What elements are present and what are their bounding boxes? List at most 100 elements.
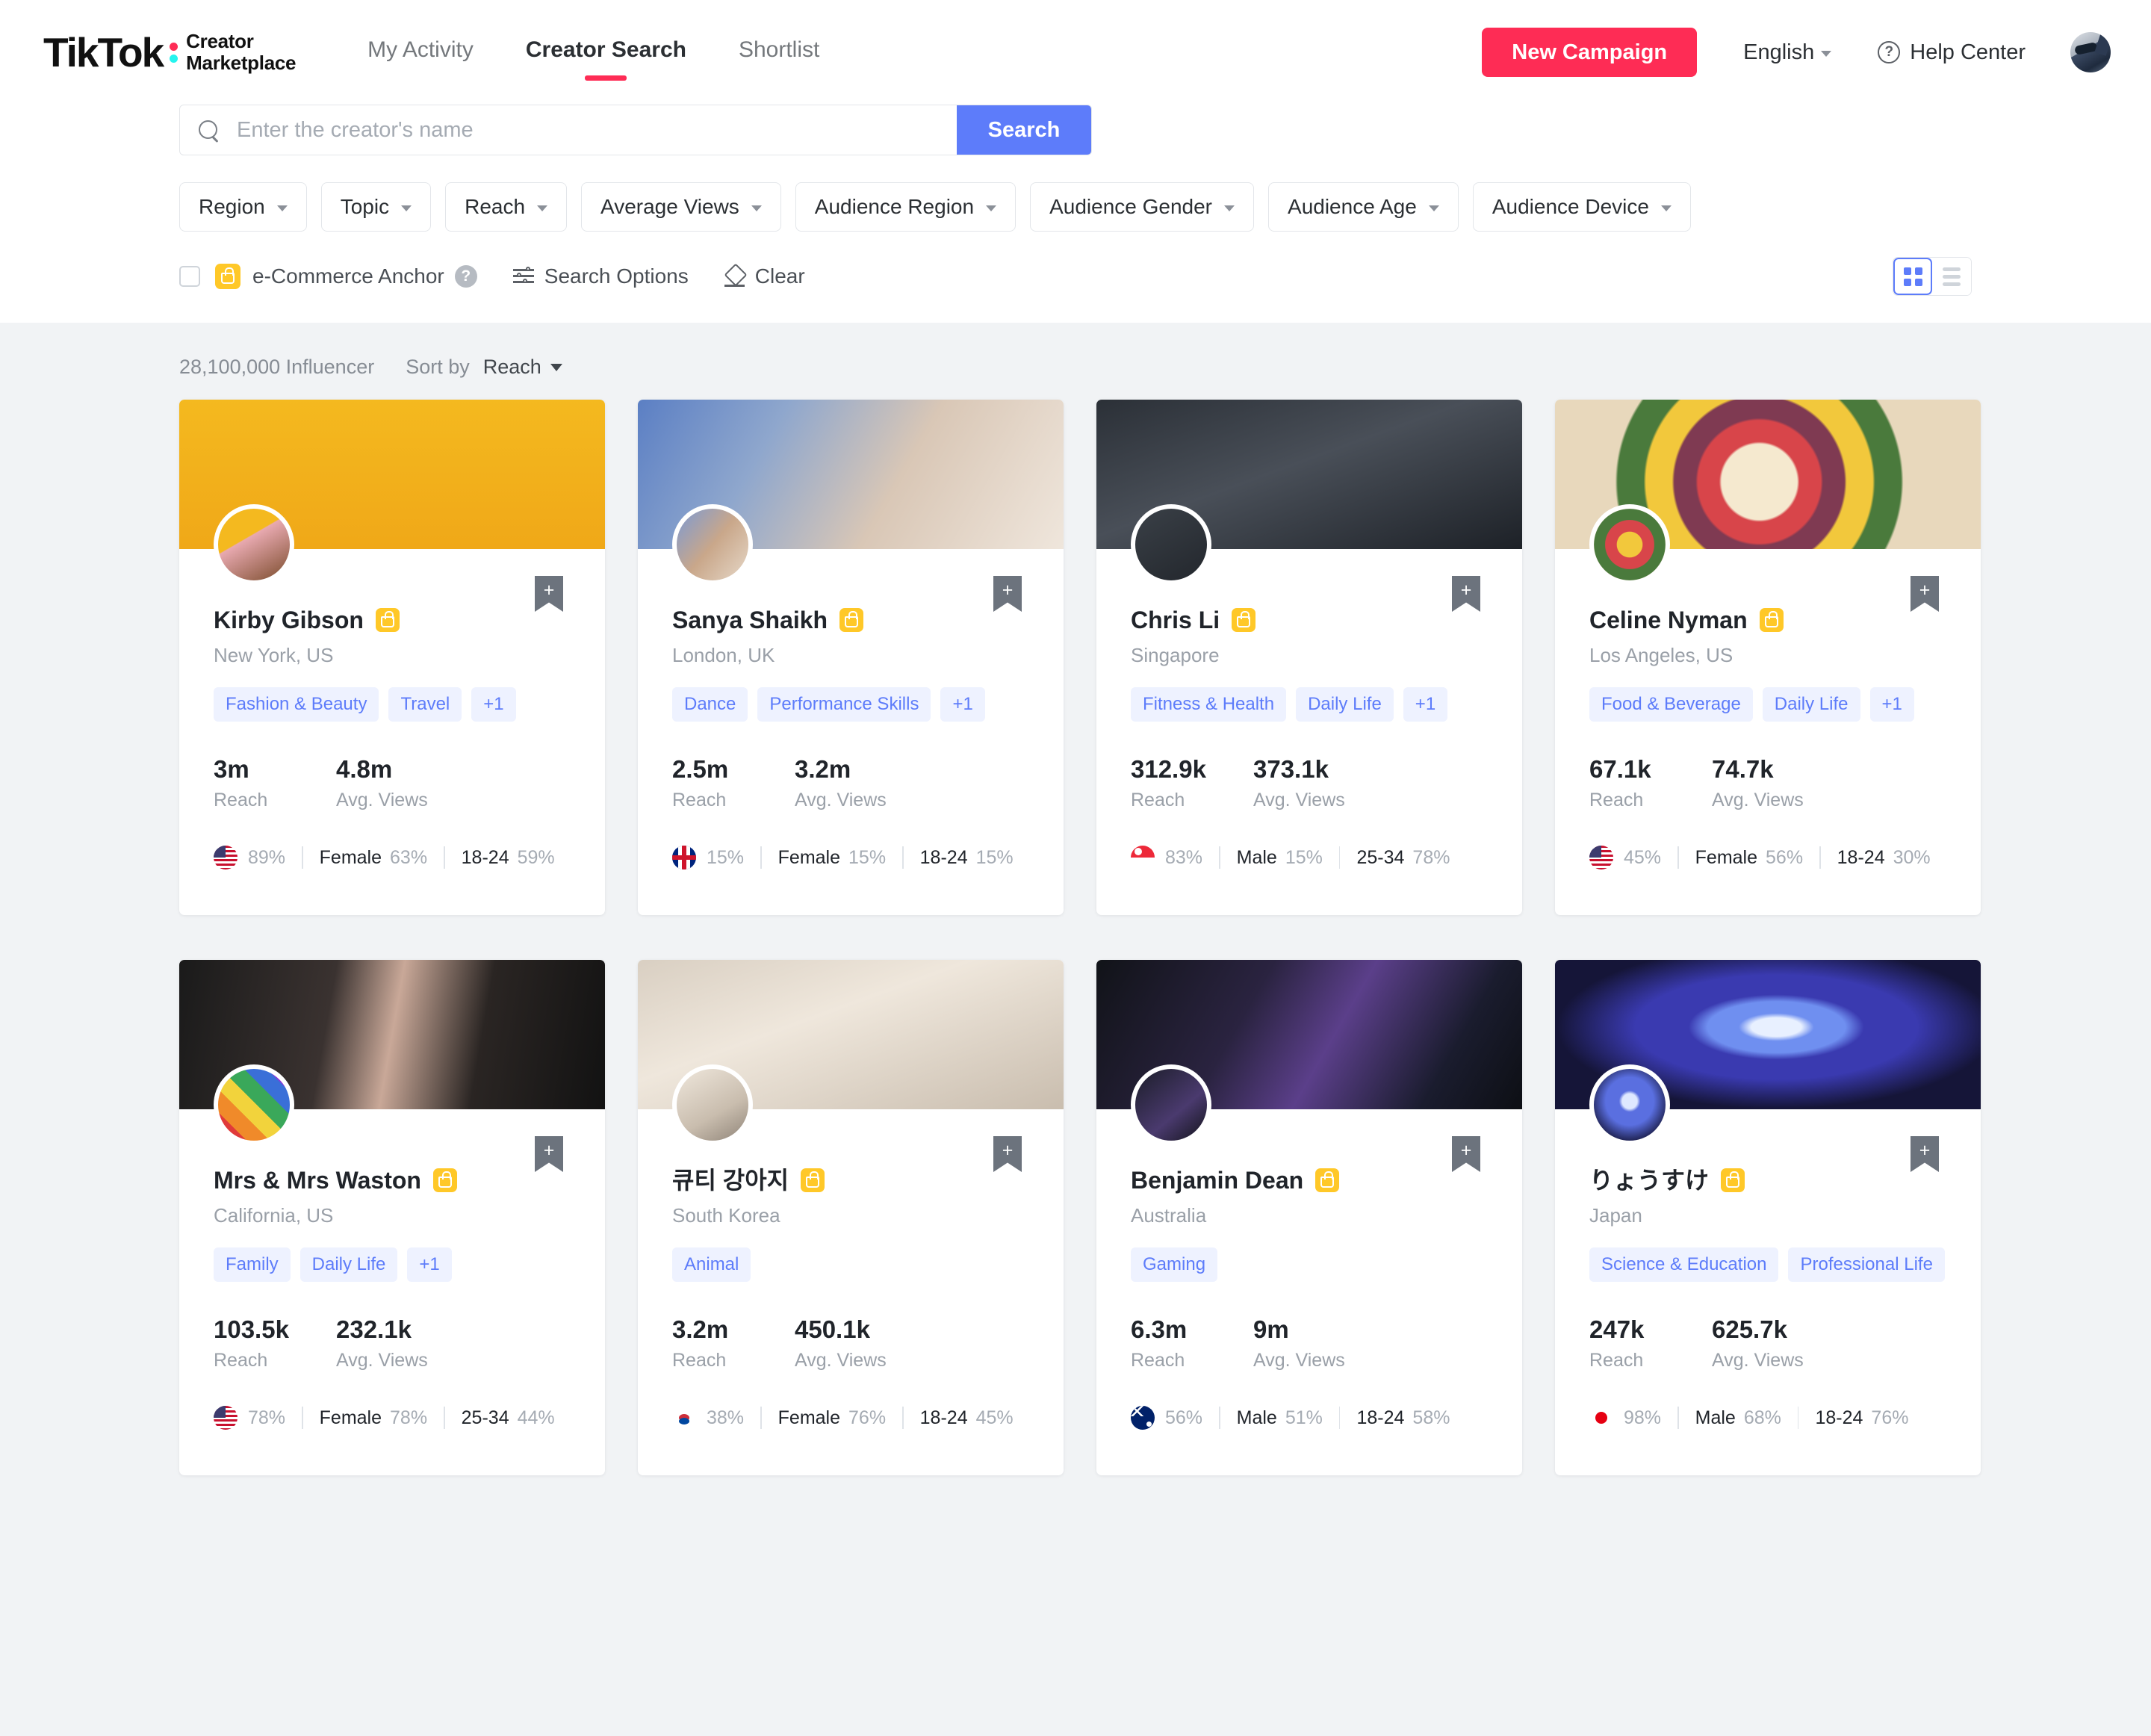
creator-tag[interactable]: +1	[407, 1247, 452, 1283]
creator-location: Los Angeles, US	[1589, 644, 1733, 667]
age-range-label: 18-24	[1837, 846, 1885, 868]
filter-reach[interactable]: Reach	[445, 182, 568, 232]
au-flag	[1131, 1406, 1155, 1430]
creator-avatar[interactable]	[1131, 1064, 1211, 1145]
creator-card[interactable]: + Kirby Gibson New York, US Fashion & Be…	[179, 400, 605, 915]
chevron-down-icon	[986, 205, 997, 211]
nav-item-creator-search[interactable]: Creator Search	[526, 37, 686, 67]
creator-card[interactable]: + Chris Li Singapore Fitness & Health Dai…	[1096, 400, 1522, 915]
filter-audience-gender[interactable]: Audience Gender	[1030, 182, 1255, 232]
creator-metrics: 2.5m Reach 3.2m Avg. Views	[672, 755, 1029, 811]
creator-tag[interactable]: +1	[471, 687, 516, 722]
main-navigation: My Activity Creator Search Shortlist	[367, 37, 819, 67]
search-button[interactable]: Search	[957, 105, 1091, 155]
creator-avatar[interactable]	[1131, 504, 1211, 585]
creator-location: Singapore	[1131, 644, 1220, 667]
creator-tag[interactable]: Fashion & Beauty	[214, 687, 379, 722]
reach-value: 103.5k	[214, 1315, 289, 1344]
sort-control: Sort by Reach	[406, 356, 562, 379]
user-avatar[interactable]	[2070, 32, 2111, 72]
avg-views-value: 625.7k	[1712, 1315, 1787, 1344]
filter-audience-device[interactable]: Audience Device	[1472, 182, 1691, 232]
language-selector[interactable]: English	[1743, 40, 1832, 65]
creator-tag[interactable]: +1	[940, 687, 985, 722]
metric-reach: 312.9k Reach	[1131, 755, 1253, 811]
gender-percentage: 15%	[848, 846, 887, 868]
creator-card[interactable]: + Benjamin Dean Australia Gaming 6.3m Re…	[1096, 960, 1522, 1475]
stat-divider	[1219, 846, 1220, 869]
filter-region[interactable]: Region	[179, 182, 307, 232]
filter-audience-region-label: Audience Region	[814, 195, 975, 218]
new-campaign-button[interactable]: New Campaign	[1482, 28, 1698, 77]
creator-location: New York, US	[214, 644, 334, 667]
filter-audience-region[interactable]: Audience Region	[795, 182, 1016, 232]
filter-average-views[interactable]: Average Views	[581, 182, 781, 232]
creator-tag[interactable]: Food & Beverage	[1589, 687, 1753, 722]
avg-views-value: 373.1k	[1253, 755, 1329, 784]
creator-tag[interactable]: Fitness & Health	[1131, 687, 1287, 722]
creator-card[interactable]: + Celine Nyman Los Angeles, US Food & Be…	[1555, 400, 1981, 915]
age-range-label: 18-24	[1356, 1407, 1405, 1428]
creator-tag[interactable]: Animal	[672, 1247, 751, 1283]
creator-card[interactable]: + Mrs & Mrs Waston California, US Family…	[179, 960, 605, 1475]
creator-card[interactable]: + りょうすけ Japan Science & Education Profess…	[1555, 960, 1981, 1475]
age-range-label: 18-24	[919, 1407, 968, 1428]
tiktok-creator-marketplace-logo[interactable]: TikTok Creator Marketplace	[43, 30, 296, 74]
sort-value-dropdown[interactable]: Reach	[483, 356, 562, 379]
filter-audience-age[interactable]: Audience Age	[1268, 182, 1459, 232]
chevron-down-icon	[1821, 50, 1832, 57]
search-input[interactable]	[237, 105, 957, 155]
creator-tag[interactable]: Family	[214, 1247, 291, 1283]
creator-avatar[interactable]	[1589, 504, 1670, 585]
gender-label: Female	[1695, 846, 1758, 868]
list-view-button[interactable]	[1932, 258, 1971, 295]
grid-view-button[interactable]	[1893, 258, 1932, 295]
creator-tag[interactable]: Daily Life	[1296, 687, 1394, 722]
creator-tag[interactable]: Science & Education	[1589, 1247, 1779, 1283]
creator-tag[interactable]: Daily Life	[299, 1247, 398, 1283]
creator-card[interactable]: + 큐티 강아지 South Korea Animal 3.2m Reach 4…	[638, 960, 1064, 1475]
search-icon	[198, 120, 219, 140]
metric-avg-views: 450.1k Avg. Views	[795, 1315, 887, 1371]
age-percentage: 59%	[517, 846, 555, 868]
avg-views-label: Avg. Views	[336, 1350, 428, 1371]
nav-item-shortlist[interactable]: Shortlist	[739, 37, 819, 67]
stat-divider	[760, 1407, 762, 1430]
creator-tag[interactable]: Professional Life	[1788, 1247, 1945, 1283]
creator-cover-image	[1555, 960, 1981, 1145]
help-tooltip-icon[interactable]: ?	[454, 265, 477, 288]
creator-tag[interactable]: Gaming	[1131, 1247, 1218, 1283]
creator-tag[interactable]: Daily Life	[1762, 687, 1860, 722]
creator-tag[interactable]: Travel	[388, 687, 462, 722]
creator-avatar[interactable]	[214, 504, 294, 585]
country-percentage: 38%	[707, 1407, 745, 1428]
creator-avatar[interactable]	[214, 1064, 294, 1145]
creator-audience-stats: 98% Male 68% 18-24 76%	[1589, 1406, 1946, 1430]
creator-avatar[interactable]	[1589, 1064, 1670, 1145]
chevron-down-icon	[1428, 205, 1439, 211]
nav-item-my-activity[interactable]: My Activity	[367, 37, 474, 67]
age-percentage: 44%	[517, 1407, 555, 1428]
creator-tag[interactable]: Dance	[672, 687, 748, 722]
filter-topic[interactable]: Topic	[320, 182, 432, 232]
ecommerce-anchor-checkbox[interactable]	[179, 266, 200, 287]
creator-audience-stats: 78% Female 78% 25-34 44%	[214, 1406, 571, 1430]
logo-subtitle: Creator Marketplace	[186, 30, 296, 74]
creator-avatar[interactable]	[672, 504, 753, 585]
creator-tag[interactable]: +1	[1403, 687, 1448, 722]
creator-metrics: 312.9k Reach 373.1k Avg. Views	[1131, 755, 1488, 811]
ecommerce-anchor-badge-icon	[801, 1168, 825, 1193]
creator-name-row: りょうすけ	[1589, 1166, 1946, 1194]
search-options-button[interactable]: Search Options	[512, 264, 689, 288]
chevron-down-icon	[751, 205, 762, 211]
help-center-link[interactable]: ? Help Center	[1878, 40, 2026, 65]
country-percentage: 15%	[707, 846, 745, 868]
creator-name: Mrs & Mrs Waston	[214, 1167, 421, 1194]
creator-avatar[interactable]	[672, 1064, 753, 1145]
creator-tag[interactable]: Performance Skills	[757, 687, 931, 722]
creator-card[interactable]: + Sanya Shaikh London, UK Dance Performan…	[638, 400, 1064, 915]
clear-filters-button[interactable]: Clear	[724, 264, 805, 288]
eraser-icon	[724, 267, 745, 287]
creator-tag[interactable]: +1	[1869, 687, 1914, 722]
creator-location: London, UK	[672, 644, 775, 667]
